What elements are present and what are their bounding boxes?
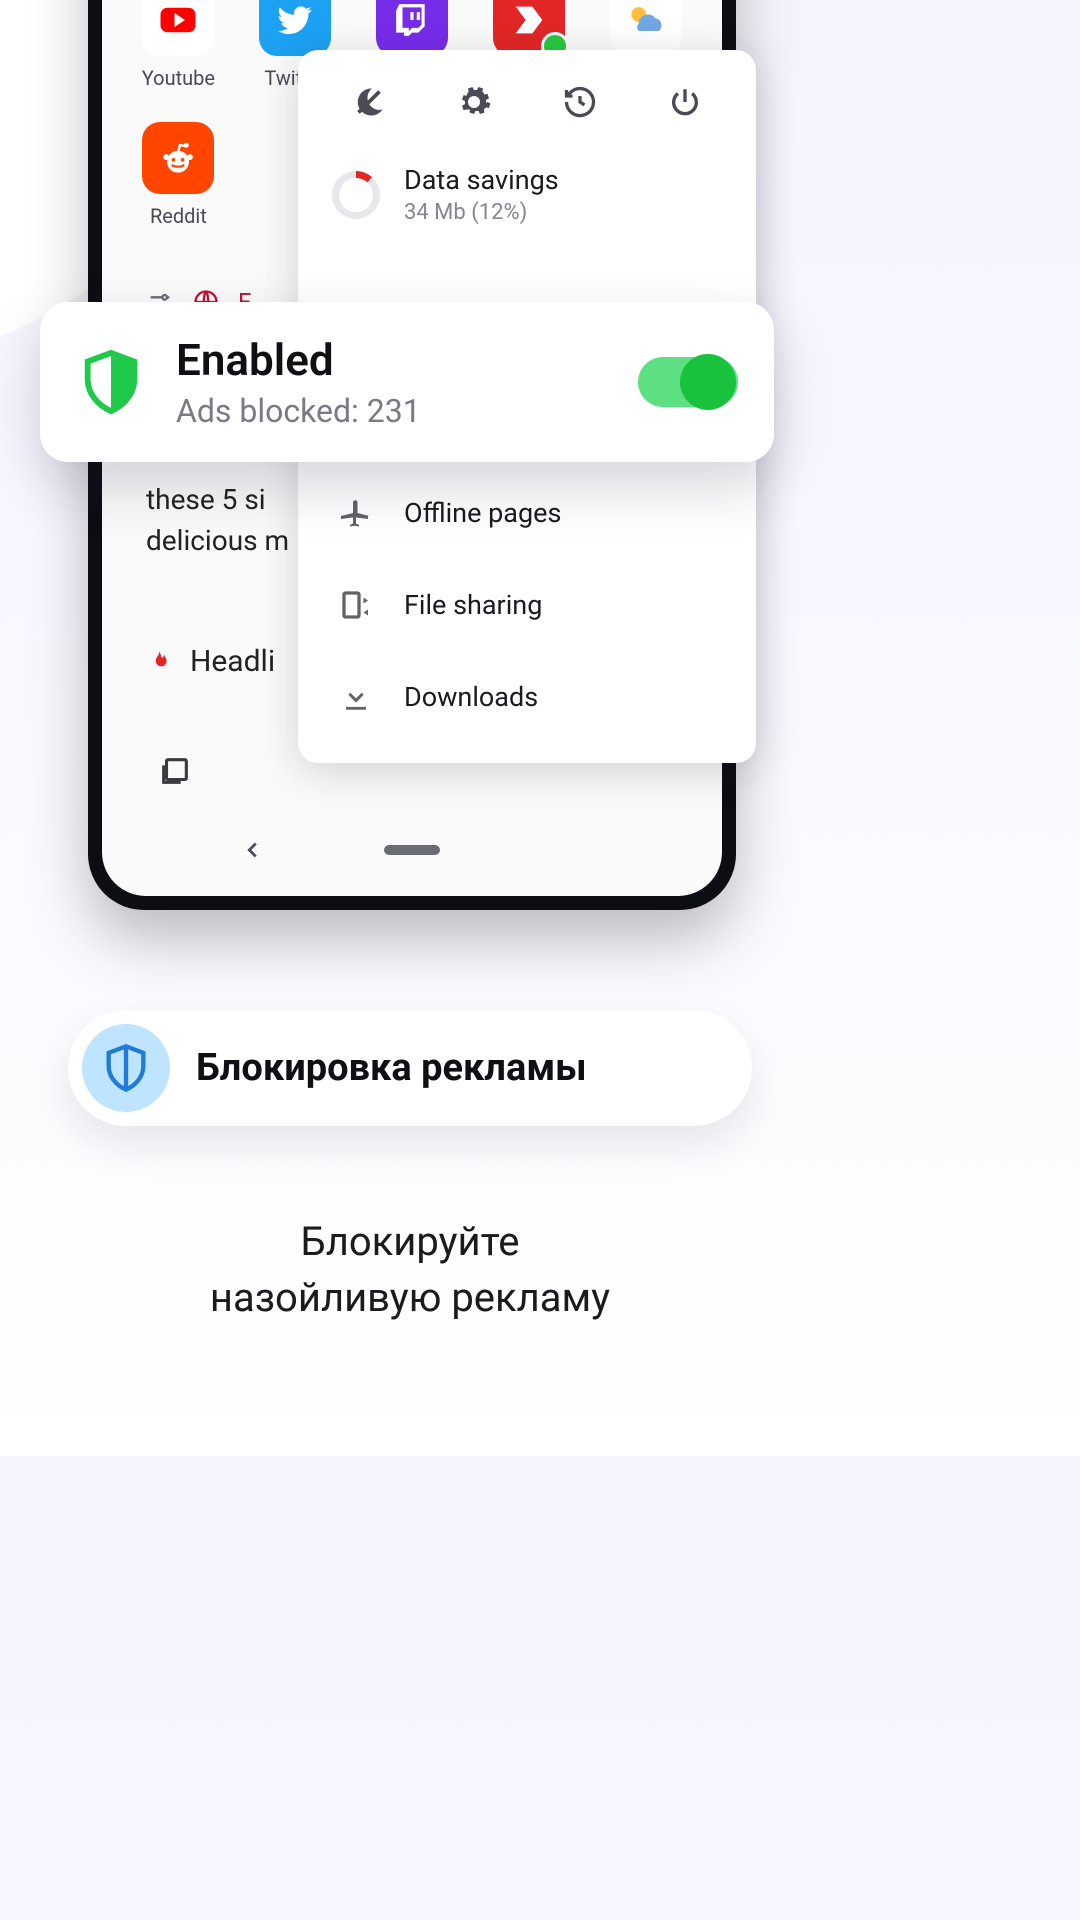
- article-line: delicious m: [146, 521, 289, 562]
- twitter-icon: [259, 0, 331, 56]
- article-line: these 5 si: [146, 480, 289, 521]
- history-icon[interactable]: [560, 82, 600, 122]
- headlines-label: Headli: [190, 644, 275, 679]
- menu-item-file-sharing[interactable]: File sharing: [298, 559, 756, 651]
- menu-item-label: File sharing: [404, 589, 542, 621]
- power-icon[interactable]: [665, 82, 705, 122]
- marketing-tagline: Блокируйте назойливую рекламу: [0, 1214, 820, 1326]
- reddit-icon: [142, 122, 214, 194]
- android-nav-bar: [102, 820, 722, 880]
- twitch-icon: [376, 0, 448, 56]
- youtube-icon: [142, 0, 214, 56]
- menu-item-downloads[interactable]: Downloads: [298, 651, 756, 743]
- menu-item-data-savings[interactable]: Data savings 34 Mb (12%): [298, 142, 756, 247]
- menu-item-label: Offline pages: [404, 497, 561, 529]
- adblock-status-card: Enabled Ads blocked: 231: [40, 302, 774, 462]
- dial-label: Reddit: [126, 204, 230, 228]
- file-sharing-icon: [332, 581, 380, 629]
- airplane-icon: [332, 489, 380, 537]
- gear-icon[interactable]: [454, 82, 494, 122]
- adblock-toggle[interactable]: [638, 357, 738, 407]
- toggle-knob: [680, 354, 736, 410]
- home-pill[interactable]: [384, 845, 440, 855]
- dial-label: Youtube: [126, 66, 230, 90]
- menu-top-icons: [298, 50, 756, 142]
- feature-pill-label: Блокировка рекламы: [196, 1046, 587, 1090]
- tagline-line: назойливую рекламу: [0, 1270, 820, 1326]
- headlines-section[interactable]: Headli: [146, 644, 275, 679]
- adblock-status-title: Enabled: [176, 334, 421, 386]
- data-savings-ring-icon: [332, 171, 380, 219]
- menu-item-sub: 34 Mb (12%): [404, 200, 559, 225]
- dial-item-reddit[interactable]: Reddit: [126, 122, 230, 228]
- dial-item-youtube[interactable]: Youtube: [126, 0, 230, 90]
- article-fragment: these 5 si delicious m: [146, 480, 289, 561]
- back-icon[interactable]: [242, 839, 264, 861]
- flame-icon: [146, 649, 172, 675]
- news-icon: [493, 0, 565, 56]
- feature-pill-adblock: Блокировка рекламы: [68, 1010, 752, 1126]
- shield-outline-icon: [82, 1024, 170, 1112]
- menu-item-label: Data savings: [404, 164, 559, 196]
- shield-icon: [76, 347, 146, 417]
- reader-icon[interactable]: [158, 754, 192, 788]
- weather-icon: [610, 0, 682, 56]
- tagline-line: Блокируйте: [0, 1214, 820, 1270]
- menu-item-label: Downloads: [404, 681, 538, 713]
- adblock-status-sub: Ads blocked: 231: [176, 392, 421, 430]
- night-mode-icon[interactable]: [349, 82, 389, 122]
- menu-item-offline-pages[interactable]: Offline pages: [298, 467, 756, 559]
- download-icon: [332, 673, 380, 721]
